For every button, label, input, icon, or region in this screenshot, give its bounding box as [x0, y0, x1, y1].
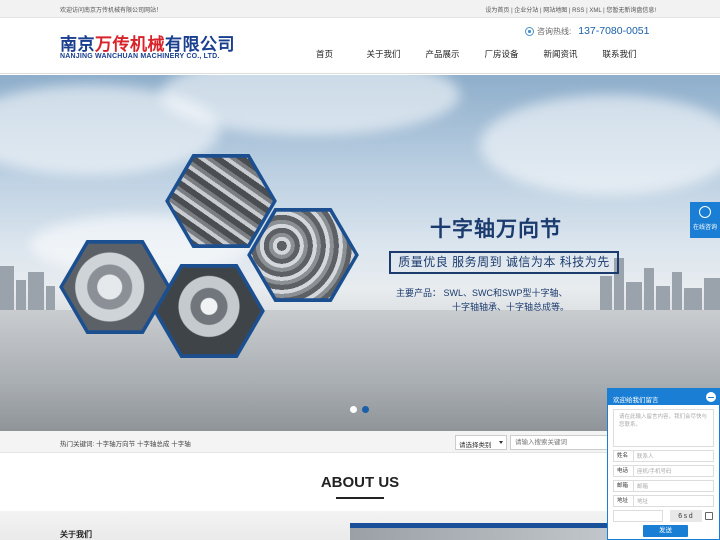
slider-dot-2[interactable] [362, 406, 369, 413]
about-divider [336, 497, 384, 499]
nav-home[interactable]: 首页 [295, 48, 354, 60]
category-select[interactable]: 请选择类别 [455, 435, 507, 450]
slider-dot-1[interactable] [350, 406, 357, 413]
address-field-label: 地址 [614, 496, 634, 506]
minimize-icon[interactable] [706, 392, 716, 402]
banner-title: 十字轴万向节 [430, 218, 562, 241]
chat-icon [699, 206, 711, 218]
top-links[interactable]: 设为首页 | 企业分站 | 网站地图 | RSS | XML | 您暂无新询盘信… [485, 5, 656, 14]
message-widget-header: 欢迎给我们留言 [608, 389, 719, 405]
captcha-row: 6sd [613, 510, 714, 522]
cloud [480, 95, 720, 195]
message-content-field[interactable]: 请在此输入留言内容，我们会尽快与您联系。 [613, 409, 714, 447]
name-field-label: 姓名 [614, 451, 634, 461]
hotline-label: 咨询热线: [537, 26, 572, 36]
hot-keywords: 热门关键词: 十字轴万向节 十字轴总成 十字轴 [60, 438, 191, 448]
slider-dots [350, 406, 369, 413]
message-widget-title: 欢迎给我们留言 [613, 397, 659, 404]
logo-text-pre: 南京 [60, 35, 95, 54]
email-field-label: 邮箱 [614, 481, 634, 491]
about-subtitle: 关于我们 [60, 530, 92, 539]
name-field[interactable]: 姓名 联系人 [613, 450, 714, 462]
email-field[interactable]: 邮箱 邮箱 [613, 480, 714, 492]
logo[interactable]: 南京万传机械有限公司 [60, 30, 235, 55]
hero-banner[interactable]: 十字轴万向节 质量优良 服务周到 诚信为本 科技为先 主要产品： SWL、SWC… [0, 75, 720, 431]
nav-products[interactable]: 产品展示 [413, 48, 472, 60]
hotline-number: 137-7080-0051 [578, 25, 650, 37]
search-input[interactable] [510, 435, 610, 450]
city-building [644, 268, 654, 316]
phone-field[interactable]: 电话 座机/手机号码 [613, 465, 714, 477]
logo-text-post: 有限公司 [165, 35, 235, 54]
captcha-input[interactable] [613, 510, 663, 522]
nav-contact[interactable]: 联系我们 [590, 48, 649, 60]
main-nav: 首页 关于我们 产品展示 厂房设备 新闻资讯 联系我们 [295, 48, 649, 60]
banner-slogan: 质量优良 服务周到 诚信为本 科技为先 [389, 251, 619, 274]
refresh-icon[interactable] [705, 512, 713, 520]
name-field-placeholder: 联系人 [637, 454, 654, 460]
banner-products-line2: 十字轴轴承、十字轴总成等。 [452, 302, 570, 312]
about-image [350, 523, 612, 540]
phone-field-placeholder: 座机/手机号码 [637, 469, 672, 475]
address-field[interactable]: 地址 地址 [613, 495, 714, 507]
hotline: 咨询热线: 137-7080-0051 [525, 25, 649, 37]
nav-news[interactable]: 新闻资讯 [531, 48, 590, 60]
city-building [0, 266, 14, 316]
welcome-text: 欢迎访问南京万传机械有限公司网站！ [60, 8, 163, 14]
captcha-image[interactable]: 6sd [670, 510, 702, 522]
message-widget: 欢迎给我们留言 请在此输入留言内容，我们会尽快与您联系。 姓名 联系人 电话 座… [607, 388, 720, 540]
top-bar: 欢迎访问南京万传机械有限公司网站！ 设为首页 | 企业分站 | 网站地图 | R… [0, 0, 720, 18]
hot-keywords-label: 热门关键词: [60, 441, 95, 448]
address-field-placeholder: 地址 [637, 499, 649, 505]
banner-products-line1: 主要产品： SWL、SWC和SWP型十字轴、 [396, 288, 568, 298]
online-consult-label: 在线咨询 [692, 225, 717, 231]
email-field-placeholder: 邮箱 [637, 484, 649, 490]
hot-keywords-list[interactable]: 十字轴万向节 十字轴总成 十字轴 [96, 441, 191, 448]
phone-field-label: 电话 [614, 466, 634, 476]
nav-facility[interactable]: 厂房设备 [472, 48, 531, 60]
logo-text-highlight: 万传机械 [95, 35, 165, 54]
header: 南京万传机械有限公司 NANJING WANCHUAN MACHINERY CO… [0, 18, 720, 74]
send-button[interactable]: 发送 [643, 525, 688, 537]
category-select-value: 请选择类别 [459, 442, 492, 449]
nav-about[interactable]: 关于我们 [354, 48, 413, 60]
phone-icon [525, 26, 534, 36]
online-consult-button[interactable]: 在线咨询 [690, 202, 720, 238]
logo-english: NANJING WANCHUAN MACHINERY CO., LTD. [60, 53, 220, 60]
chevron-down-icon [499, 441, 503, 444]
